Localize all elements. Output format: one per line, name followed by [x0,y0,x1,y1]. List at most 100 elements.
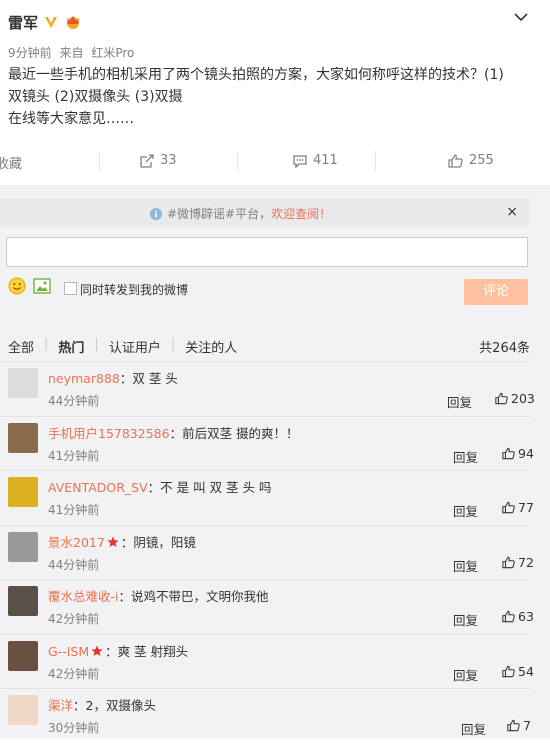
tab-following[interactable]: 关注的人 [185,337,237,356]
tab-divider: | [94,337,99,352]
comment-total: 共264条 [479,341,530,356]
post-source[interactable]: 红米Pro [91,46,134,60]
like-button[interactable]: 255 [448,153,494,168]
reply-button[interactable]: 回复 [453,447,478,466]
tab-verified[interactable]: 认证用户 [109,337,161,356]
comment-row: neymar888：双 茎 头 44分钟前 回复 203 [0,361,535,416]
reply-button[interactable]: 回复 [453,610,478,629]
post-text-line: 双镜头 (2)双摄像头 (3)双摄 [8,89,183,105]
comment-like-count: 63 [518,609,534,624]
commenter-name[interactable]: neymar888 [48,371,120,386]
like-count: 255 [469,153,494,168]
post-time[interactable]: 9分钟前 [8,46,52,60]
favorite-button[interactable]: 收藏 [0,153,22,172]
vip-badge-icon [67,16,79,29]
post-text-line: 在线等大家意见…… [8,111,134,127]
avatar[interactable] [8,586,38,616]
post-text-line: 最近一些手机的相机采用了两个镜头拍照的方案，大家如何称呼这样的技术？(1) [8,67,504,83]
commenter-name[interactable]: 景水2017 [48,535,105,550]
notice-link[interactable]: 欢迎查阅！ [271,205,331,222]
image-icon[interactable] [33,277,51,295]
commenter-name[interactable]: 渠洋 [48,698,73,713]
thumbs-up-icon [502,665,515,678]
commenter-name[interactable]: AVENTADOR_SV [48,480,148,495]
comment-row: 手机用户157832586：前后双茎 摄的爽！！ 41分钟前 回复 94 [0,416,534,471]
comment-text: ：说鸡不带巴，文明你我他 [118,589,269,604]
tab-hot[interactable]: 热门 [58,337,84,356]
commenter-name[interactable]: 手机用户157832586 [48,426,170,441]
commenter-name[interactable]: G--ISM [48,644,89,659]
comment-input[interactable] [6,237,528,267]
reply-button[interactable]: 回复 [453,665,478,684]
reply-button[interactable]: 回复 [461,719,486,738]
post-author-name[interactable]: 雷军 [8,12,38,33]
close-icon[interactable]: × [506,204,518,220]
comment-time: 42分钟前 [48,612,100,626]
comment-text: ：2，双摄像头 [73,698,156,713]
tab-all[interactable]: 全部 [8,337,34,356]
comment-like-count: 94 [518,446,534,461]
avatar[interactable] [8,641,38,671]
comment-like-count: 7 [523,718,531,733]
comment-like-count: 72 [518,555,534,570]
comment-time: 30分钟前 [48,721,100,735]
star-badge-icon [107,536,119,547]
comment-row: G--ISM ：爽 茎 射翔头 42分钟前 回复 54 [0,634,534,689]
comment-time: 44分钟前 [48,394,100,408]
comment-like-button[interactable]: 77 [502,500,534,515]
post-meta: 9分钟前 来自 红米Pro [8,44,138,61]
verified-v-icon [45,17,57,28]
comment-text: ：爽 茎 射翔头 [105,644,189,659]
comment-like-button[interactable]: 63 [502,609,534,624]
reply-button[interactable]: 回复 [447,392,472,411]
post-text: 最近一些手机的相机采用了两个镜头拍照的方案，大家如何称呼这样的技术？(1) 双镜… [8,64,538,130]
comment-like-button[interactable]: 7 [507,718,531,733]
avatar[interactable] [8,695,38,725]
comment-row: 渠洋：2，双摄像头 30分钟前 回复 7 [0,688,531,743]
thumbs-up-icon [502,556,515,569]
chevron-down-icon[interactable] [514,12,528,22]
comment-text: ：不 是 叫 双 茎 头 吗 [147,480,272,495]
emoji-icon[interactable] [8,277,26,295]
divider [99,151,100,171]
favorite-label: 收藏 [0,157,23,172]
avatar[interactable] [8,423,38,453]
commenter-name[interactable]: 覆水总难收-i [48,589,118,604]
star-badge-icon [91,645,103,656]
comment-icon [293,154,307,168]
reply-button[interactable]: 回复 [453,556,478,575]
avatar[interactable] [8,532,38,562]
comment-row: 覆水总难收-i：说鸡不带巴，文明你我他 42分钟前 回复 63 [0,579,534,634]
thumbs-up-icon [507,719,520,732]
post-action-bar: 收藏 33 411 255 [0,145,550,177]
avatar[interactable] [8,477,38,507]
comment-like-button[interactable]: 54 [502,664,534,679]
comment-like-button[interactable]: 94 [502,446,534,461]
comment-like-button[interactable]: 203 [495,391,535,406]
divider [237,151,238,171]
thumbs-up-icon [502,447,515,460]
reply-button[interactable]: 回复 [453,501,478,520]
forward-icon [140,153,154,168]
rumor-notice: #微博辟谣#平台， 欢迎查阅！ × [0,198,530,227]
comment-time: 41分钟前 [48,503,100,517]
post-from-label: 来自 [59,46,84,60]
forward-button[interactable]: 33 [140,153,177,168]
comment-like-count: 77 [518,500,534,515]
tab-divider: | [170,337,176,352]
forward-count: 33 [160,153,177,168]
comment-button[interactable]: 411 [293,153,338,168]
thumbs-up-icon [502,501,515,514]
notice-text[interactable]: #微博辟谣#平台， [167,205,271,222]
comment-row: AVENTADOR_SV：不 是 叫 双 茎 头 吗 41分钟前 回复 77 [0,470,534,525]
divider [375,151,376,171]
comment-time: 44分钟前 [48,558,100,572]
comment-like-button[interactable]: 72 [502,555,534,570]
forward-checkbox[interactable] [64,282,77,295]
avatar[interactable] [8,368,38,398]
comment-text: ：前后双茎 摄的爽！！ [169,426,299,441]
comment-text: ：阴镜，阳镜 [120,535,196,550]
submit-comment-button[interactable]: 评论 [464,279,528,305]
comment-text: ：双 茎 头 [119,371,178,386]
comment-like-count: 54 [518,664,534,679]
